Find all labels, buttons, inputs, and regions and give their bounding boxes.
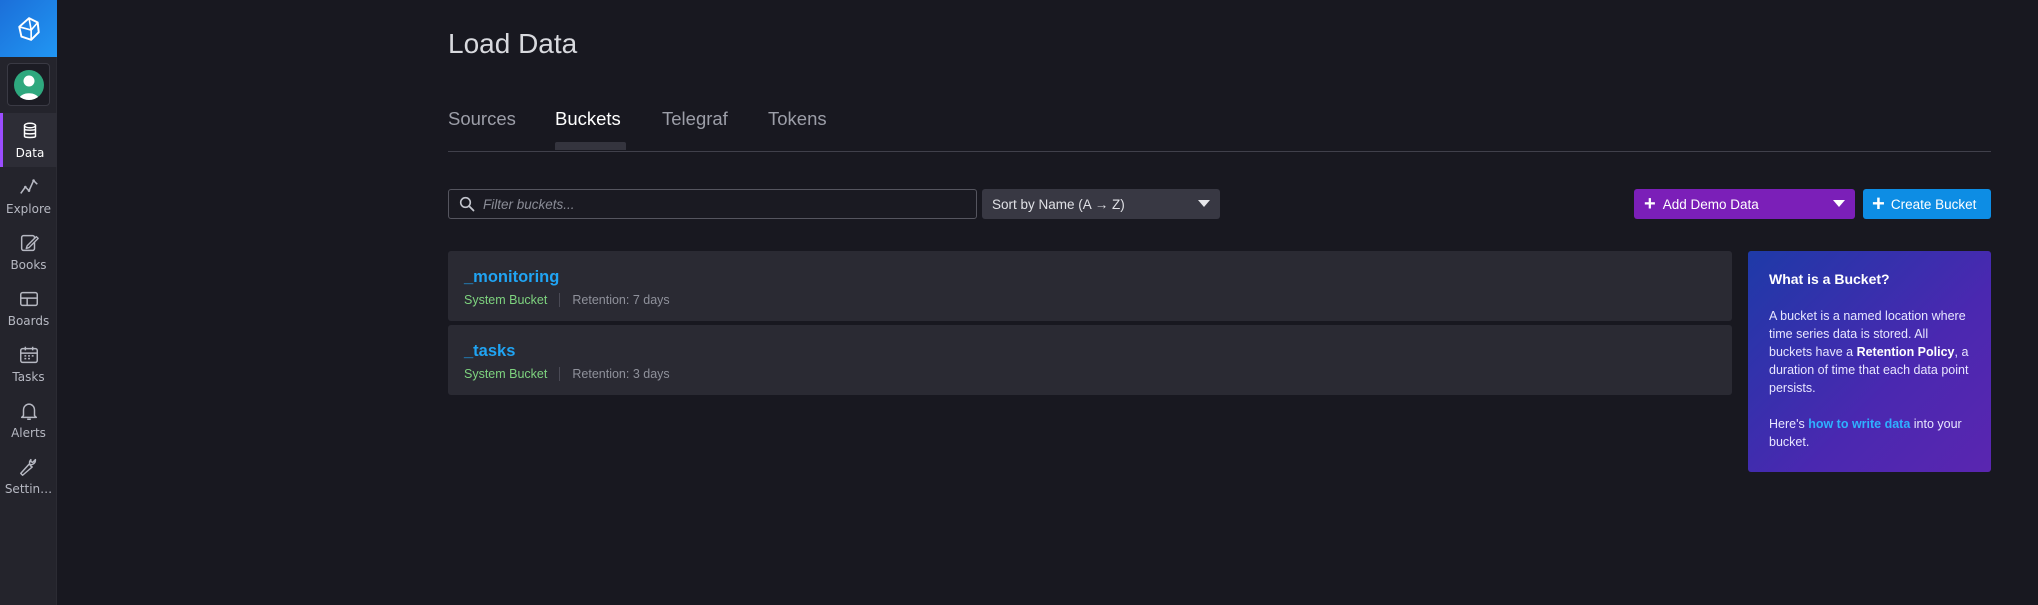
info-text: Here's [1769, 417, 1809, 431]
notebook-pencil-icon [20, 234, 39, 252]
sidebar-item-boards[interactable]: Boards [0, 281, 57, 335]
sidebar-item-label: Books [10, 258, 47, 272]
graph-line-icon [19, 179, 38, 194]
bucket-card: _monitoring System Bucket Retention: 7 d… [448, 251, 1732, 321]
add-demo-data-button[interactable]: + Add Demo Data [1634, 189, 1855, 219]
bucket-retention-label: Retention: 3 days [572, 367, 670, 381]
database-icon [23, 122, 37, 139]
tab-buckets[interactable]: Buckets [555, 108, 621, 130]
tab-telegraf[interactable]: Telegraf [662, 108, 728, 130]
bucket-type-label: System Bucket [464, 367, 548, 381]
divider [559, 367, 561, 381]
user-avatar-button[interactable] [7, 63, 50, 106]
divider [559, 293, 561, 307]
bucket-meta: System Bucket Retention: 3 days [464, 367, 670, 381]
active-tab-indicator [555, 142, 626, 150]
avatar [13, 69, 44, 100]
sidebar-item-tasks[interactable]: Tasks [0, 337, 57, 391]
bell-icon [20, 403, 37, 420]
sidebar-item-label: Explore [5, 202, 52, 216]
sidebar: Data Explore Books Boards Tasks Alerts S… [0, 0, 57, 605]
info-paragraph: A bucket is a named location where time … [1769, 307, 1974, 397]
sort-dropdown[interactable]: Sort by Name (A → Z) [982, 189, 1220, 219]
bucket-meta: System Bucket Retention: 7 days [464, 293, 670, 307]
page-title: Load Data [448, 28, 578, 59]
plus-icon: + [1644, 193, 1656, 215]
sidebar-item-label: Data [15, 146, 45, 160]
bucket-info-panel: What is a Bucket? A bucket is a named lo… [1748, 251, 1991, 472]
tab-tokens[interactable]: Tokens [768, 108, 827, 130]
info-bold-text: Retention Policy [1856, 345, 1955, 359]
bucket-card: _tasks System Bucket Retention: 3 days [448, 325, 1732, 395]
info-paragraph: Here's how to write data into your bucke… [1769, 415, 1974, 451]
sidebar-item-explore[interactable]: Explore [0, 169, 57, 223]
sidebar-item-alerts[interactable]: Alerts [0, 393, 57, 447]
sidebar-item-label: Alerts [11, 426, 46, 440]
influx-cube-icon [17, 16, 40, 41]
calendar-icon [19, 346, 38, 364]
wrench-icon [19, 458, 36, 476]
sidebar-item-label: Settin… [4, 482, 53, 496]
plus-icon: + [1872, 191, 1885, 216]
bucket-retention-label: Retention: 7 days [572, 293, 670, 307]
sidebar-item-settings[interactable]: Settin… [0, 449, 57, 503]
tab-bar: Sources Buckets Telegraf Tokens [448, 106, 1991, 152]
logo-icon[interactable] [0, 0, 57, 57]
search-icon [459, 196, 475, 212]
bucket-name-link[interactable]: _tasks [464, 342, 515, 361]
caret-down-icon[interactable] [1833, 200, 1845, 207]
bucket-type-label: System Bucket [464, 293, 548, 307]
bucket-name-link[interactable]: _monitoring [464, 268, 559, 287]
info-body: A bucket is a named location where time … [1769, 307, 1974, 451]
sort-label: Sort by Name (A → Z) [992, 196, 1125, 212]
tab-sources[interactable]: Sources [448, 108, 516, 130]
sidebar-item-books[interactable]: Books [0, 225, 57, 279]
filter-buckets-input[interactable] [483, 196, 963, 212]
dashboard-grid-icon [19, 291, 38, 307]
create-bucket-button[interactable]: + Create Bucket [1863, 189, 1991, 219]
how-to-write-data-link[interactable]: how to write data [1808, 417, 1910, 431]
sidebar-item-label: Boards [7, 314, 50, 328]
user-icon [18, 75, 39, 100]
caret-down-icon [1198, 200, 1210, 207]
info-title: What is a Bucket? [1769, 271, 1890, 287]
sidebar-item-label: Tasks [12, 370, 45, 384]
filter-buckets-field[interactable] [448, 189, 977, 219]
sidebar-item-data[interactable]: Data [0, 113, 57, 167]
create-bucket-label: Create Bucket [1890, 196, 1977, 212]
add-demo-data-label: Add Demo Data [1662, 196, 1759, 212]
